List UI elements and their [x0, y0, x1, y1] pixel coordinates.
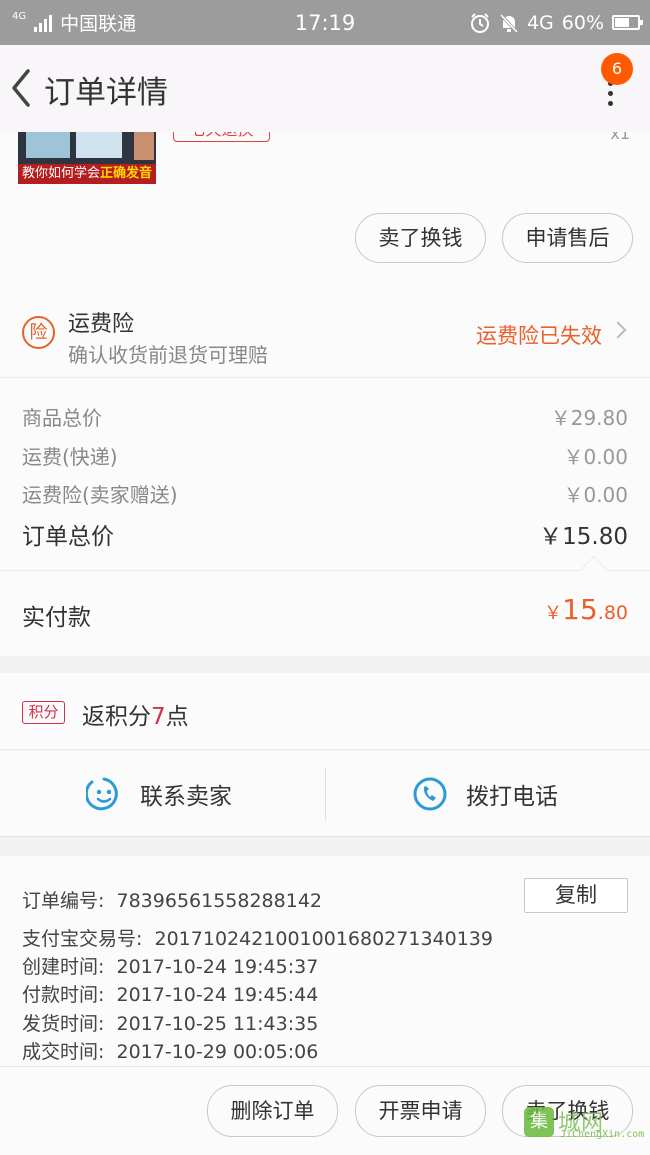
invoice-request-button[interactable]: 开票申请: [355, 1085, 486, 1137]
info-key: 创建时间:: [22, 956, 105, 978]
created-time-row: 创建时间: 2017-10-24 19:45:37: [22, 952, 318, 979]
page-title: 订单详情: [44, 75, 168, 111]
price-value: ￥29.80: [550, 406, 628, 430]
return-policy-tag: 七天退换: [173, 132, 270, 142]
alipay-trade-number: 2017102421001001680271340139: [154, 928, 493, 950]
order-number: 78396561558288142: [116, 890, 323, 912]
insurance-title: 运费险: [68, 312, 135, 337]
price-summary: 商品总价 ￥29.80 运费(快递) ￥0.00 运费险(卖家赠送) ￥0.00…: [0, 378, 650, 570]
bottom-action-bar: 删除订单 开票申请 卖了换钱 集 城网 JiChengXin.com: [0, 1066, 650, 1155]
after-sales-button[interactable]: 申请售后: [502, 213, 633, 263]
info-key: 付款时间:: [22, 984, 105, 1006]
back-arrow-icon[interactable]: [6, 63, 36, 113]
alipay-trade-row: 支付宝交易号: 2017102421001001680271340139: [22, 924, 493, 951]
points-text: 返积分7点: [82, 697, 189, 731]
order-number-row: 订单编号: 78396561558288142: [22, 886, 322, 913]
battery-percent: 60%: [561, 11, 604, 34]
price-row: 运费险(卖家赠送) ￥0.00: [22, 479, 628, 508]
thumb-person: [134, 132, 154, 160]
paid-integer: 15: [562, 593, 598, 626]
sell-for-cash-button[interactable]: 卖了换钱: [355, 213, 486, 263]
notification-badge[interactable]: 6: [601, 53, 633, 85]
price-row: 运费(快递) ￥0.00: [22, 441, 628, 470]
thumb-screen-left: [26, 132, 70, 158]
points-amount: 7: [151, 704, 166, 730]
insurance-subtitle: 确认收货前退货可理赔: [68, 343, 268, 367]
status-right: 4G 60%: [469, 0, 643, 45]
copy-button[interactable]: 复制: [524, 878, 628, 913]
paid-decimal: .80: [597, 602, 628, 624]
thumb-screen-right: [76, 132, 122, 158]
price-label: 运费(快递): [22, 445, 118, 469]
product-thumbnail[interactable]: 教你如何学会正确发音: [18, 132, 156, 184]
thumb-caption-a: 教你如何学会: [21, 166, 100, 181]
price-value: ￥0.00: [563, 445, 628, 469]
delete-order-button[interactable]: 删除订单: [207, 1085, 338, 1137]
watermark-url: JiChengXin.com: [560, 1129, 645, 1140]
info-key: 成交时间:: [22, 1041, 105, 1063]
more-menu-icon[interactable]: [608, 81, 614, 109]
amount-paid-value: ￥15.80: [544, 593, 628, 626]
amount-paid-row: 实付款 ￥15.80: [0, 555, 650, 656]
product-quantity: x1: [610, 132, 630, 143]
points-prefix: 返积分: [82, 704, 151, 730]
points-suffix: 点: [165, 704, 189, 730]
contact-seller-label: 联系卖家: [140, 784, 232, 810]
product-card: 教你如何学会正确发音 七天退换 x1 卖了换钱 申请售后: [0, 132, 650, 284]
insurance-icon: 险: [22, 316, 55, 349]
shipped-time-row: 发货时间: 2017-10-25 11:43:35: [22, 1009, 318, 1036]
battery-charging-icon: [612, 15, 643, 30]
call-phone-label: 拨打电话: [466, 784, 558, 810]
mute-bell-icon: [499, 13, 519, 33]
order-info: 订单编号: 78396561558288142 复制 支付宝交易号: 20171…: [0, 856, 650, 1066]
completed-time: 2017-10-29 00:05:06: [116, 1041, 319, 1063]
points-row: 积分 返积分7点: [0, 673, 650, 750]
info-key: 订单编号:: [22, 890, 105, 912]
points-badge: 积分: [22, 701, 65, 724]
insurance-status: 运费险已失效: [476, 324, 602, 348]
price-label: 商品总价: [22, 406, 102, 430]
call-phone-button[interactable]: 拨打电话: [412, 751, 558, 837]
shipped-time: 2017-10-25 11:43:35: [116, 1013, 319, 1035]
price-value: ￥0.00: [563, 483, 628, 507]
status-bar: 4G 中国联通 17:19 4G 60%: [0, 0, 650, 45]
watermark-logo: 集 城网 JiChengXin.com: [524, 1107, 644, 1141]
contact-divider: [325, 767, 326, 821]
order-total-row: 订单总价 ￥15.80: [22, 517, 628, 551]
nav-bar: 订单详情 6: [0, 45, 650, 132]
price-label: 运费险(卖家赠送): [22, 483, 178, 507]
shipping-insurance-row[interactable]: 险 运费险 确认收货前退货可理赔 运费险已失效: [0, 284, 650, 378]
info-key: 发货时间:: [22, 1013, 105, 1035]
chat-face-icon: [86, 777, 118, 811]
order-total-value: ￥15.80: [539, 524, 628, 550]
contact-seller-button[interactable]: 联系卖家: [86, 751, 232, 837]
contact-bar: 联系卖家 拨打电话: [0, 751, 650, 837]
info-key: 支付宝交易号:: [22, 928, 143, 950]
price-row: 商品总价 ￥29.80: [22, 402, 628, 431]
thumb-caption-b: 正确发音: [100, 166, 153, 181]
created-time: 2017-10-24 19:45:37: [116, 956, 319, 978]
network-type-right: 4G: [526, 11, 554, 34]
thumb-caption: 教你如何学会正确发音: [18, 164, 156, 184]
paid-time-row: 付款时间: 2017-10-24 19:45:44: [22, 980, 318, 1007]
phone-icon: [413, 777, 447, 811]
paid-time: 2017-10-24 19:45:44: [116, 984, 319, 1006]
amount-paid-label: 实付款: [22, 605, 91, 631]
alarm-icon: [470, 12, 489, 33]
completed-time-row: 成交时间: 2017-10-29 00:05:06: [22, 1037, 318, 1064]
order-total-label: 订单总价: [22, 524, 114, 550]
watermark-mark: 集: [524, 1107, 554, 1137]
paid-currency: ￥: [544, 603, 563, 624]
chevron-right-icon: [609, 321, 627, 339]
